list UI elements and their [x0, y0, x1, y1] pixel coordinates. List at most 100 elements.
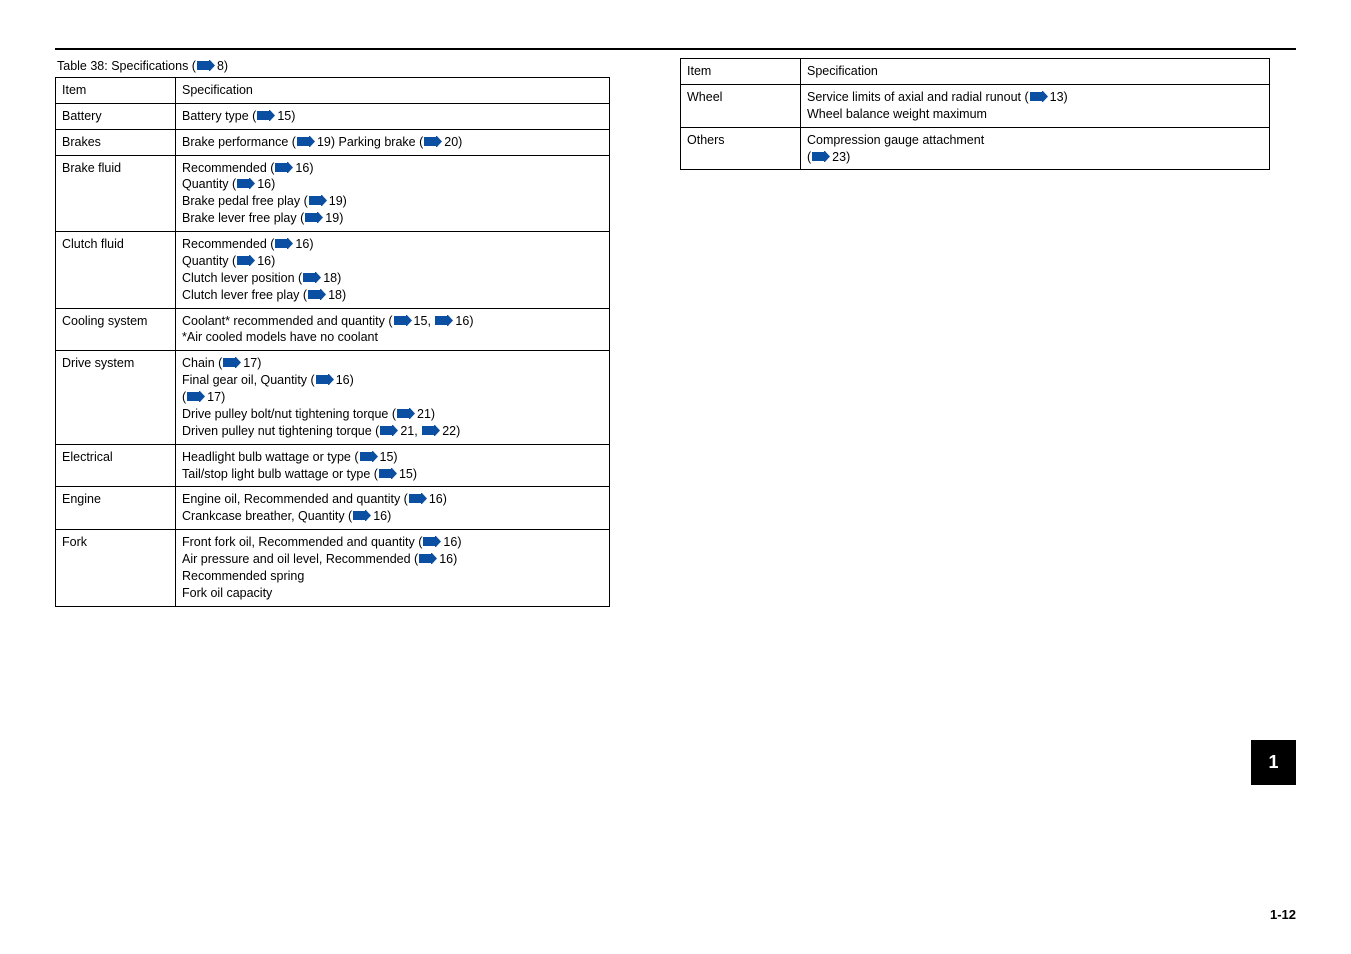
table-row: EngineEngine oil, Recommended and quanti… — [56, 487, 610, 530]
cell-text: Recommended ( — [182, 161, 274, 175]
table-row: Cooling systemCoolant* recommended and q… — [56, 308, 610, 351]
link-arrow-icon[interactable] — [419, 553, 437, 564]
cell-text: *Air cooled models have no coolant — [182, 330, 378, 344]
table-row: Brake fluidRecommended (16)Quantity (16)… — [56, 155, 610, 232]
cell-text: ) — [337, 271, 341, 285]
table-header-row: Item Specification — [56, 77, 610, 103]
cell-text: Compression gauge attachment — [807, 133, 984, 147]
cross-ref-link[interactable]: 17 — [207, 390, 221, 404]
cell-text: Brake lever free play ( — [182, 211, 304, 225]
cross-ref-link[interactable]: 16 — [295, 237, 309, 251]
link-arrow-icon[interactable] — [305, 212, 323, 223]
cross-ref-link[interactable]: 17 — [243, 356, 257, 370]
cell-text: Service limits of axial and radial runou… — [807, 90, 1029, 104]
cross-ref-link[interactable]: 15 — [399, 467, 413, 481]
cross-ref-link[interactable]: 23 — [832, 150, 846, 164]
link-arrow-icon[interactable] — [424, 136, 442, 147]
link-arrow-icon[interactable] — [435, 315, 453, 326]
cross-ref-link[interactable]: 16 — [455, 314, 469, 328]
cell-spec: Coolant* recommended and quantity (15, 1… — [176, 308, 610, 351]
cell-item: Brake fluid — [56, 155, 176, 232]
cell-item: Others — [681, 127, 801, 170]
link-arrow-icon[interactable] — [187, 391, 205, 402]
cross-ref-link[interactable]: 18 — [328, 288, 342, 302]
link-arrow-icon[interactable] — [297, 136, 315, 147]
link-arrow-icon[interactable] — [275, 238, 293, 249]
cross-ref-link[interactable]: 13 — [1050, 90, 1064, 104]
cross-ref-link[interactable]: 21 — [400, 424, 414, 438]
link-arrow-icon[interactable] — [316, 374, 334, 385]
caption-link[interactable]: 8 — [217, 59, 224, 73]
cross-ref-link[interactable]: 15 — [277, 109, 291, 123]
link-arrow-icon[interactable] — [223, 357, 241, 368]
link-arrow-icon[interactable] — [397, 408, 415, 419]
cross-ref-link[interactable]: 16 — [295, 161, 309, 175]
cross-ref-link[interactable]: 15 — [380, 450, 394, 464]
cell-text: Air pressure and oil level, Recommended … — [182, 552, 418, 566]
cell-spec: Engine oil, Recommended and quantity (16… — [176, 487, 610, 530]
cross-ref-link[interactable]: 16 — [336, 373, 350, 387]
cross-ref-link[interactable]: 21 — [417, 407, 431, 421]
cross-ref-link[interactable]: 16 — [443, 535, 457, 549]
link-arrow-icon[interactable] — [257, 110, 275, 121]
cell-text: Brake performance ( — [182, 135, 296, 149]
cross-ref-link[interactable]: 16 — [257, 254, 271, 268]
cell-text: ) — [309, 237, 313, 251]
cell-text: Tail/stop light bulb wattage or type ( — [182, 467, 378, 481]
cell-text: ) — [413, 467, 417, 481]
spec-table-left: Item Specification BatteryBattery type (… — [55, 77, 610, 607]
link-arrow-icon[interactable] — [309, 195, 327, 206]
cell-text: Recommended ( — [182, 237, 274, 251]
cross-ref-link[interactable]: 16 — [257, 177, 271, 191]
link-arrow-icon[interactable] — [379, 468, 397, 479]
cross-ref-link[interactable]: 19 — [329, 194, 343, 208]
cell-spec: Brake performance ( 19) Parking brake ( 20… — [176, 129, 610, 155]
link-arrow-icon[interactable] — [1030, 91, 1048, 102]
cell-spec: Recommended (16)Quantity (16)Clutch leve… — [176, 232, 610, 309]
cell-text: ) Parking brake ( — [331, 135, 423, 149]
link-arrow-icon[interactable] — [394, 315, 412, 326]
cross-ref-link[interactable]: 19 — [325, 211, 339, 225]
link-arrow-icon[interactable] — [237, 255, 255, 266]
cell-text: ) — [457, 535, 461, 549]
link-arrow-icon[interactable] — [812, 151, 830, 162]
cross-ref-link[interactable]: 16 — [429, 492, 443, 506]
cross-ref-link[interactable]: 20 — [444, 135, 458, 149]
cell-spec: Battery type (15) — [176, 103, 610, 129]
link-arrow-icon[interactable] — [237, 178, 255, 189]
cell-spec: Chain (17)Final gear oil, Quantity (16)(… — [176, 351, 610, 444]
link-arrow-icon[interactable] — [380, 425, 398, 436]
cell-text: ) — [350, 373, 354, 387]
table-caption: Table 38: Specifications (8) — [55, 58, 610, 75]
cross-ref-link[interactable]: 18 — [323, 271, 337, 285]
table-row: OthersCompression gauge attachment(23) — [681, 127, 1270, 170]
cross-ref-link[interactable]: 16 — [439, 552, 453, 566]
caption-text-1: Table 38: Specifications ( — [57, 59, 196, 73]
cell-text: Quantity ( — [182, 254, 236, 268]
cross-ref-link[interactable]: 15 — [414, 314, 428, 328]
link-arrow-icon[interactable] — [360, 451, 378, 462]
cell-text: ) — [343, 194, 347, 208]
table-row: BrakesBrake performance (19) Parking bra… — [56, 129, 610, 155]
cell-item: Drive system — [56, 351, 176, 444]
cell-text: Driven pulley nut tightening torque ( — [182, 424, 379, 438]
link-arrow-icon[interactable] — [308, 289, 326, 300]
link-arrow-icon[interactable] — [353, 510, 371, 521]
link-arrow-icon[interactable] — [409, 493, 427, 504]
cross-ref-link[interactable]: 22 — [442, 424, 456, 438]
link-arrow-icon[interactable] — [423, 536, 441, 547]
cell-text: ) — [469, 314, 473, 328]
spec-table-right: Item Specification WheelService limits o… — [680, 58, 1270, 170]
page-number: 1-12 — [1270, 906, 1296, 924]
section-tab: 1 — [1251, 740, 1296, 785]
cross-ref-link[interactable]: 16 — [373, 509, 387, 523]
link-arrow-icon[interactable] — [275, 162, 293, 173]
cross-ref-link[interactable]: 19 — [317, 135, 331, 149]
link-arrow-icon[interactable] — [303, 272, 321, 283]
cell-text: ) — [291, 109, 295, 123]
cell-text: Front fork oil, Recommended and quantity… — [182, 535, 422, 549]
cell-text: ) — [257, 356, 261, 370]
link-arrow-icon[interactable] — [197, 60, 215, 71]
link-arrow-icon[interactable] — [422, 425, 440, 436]
cell-text: ) — [393, 450, 397, 464]
